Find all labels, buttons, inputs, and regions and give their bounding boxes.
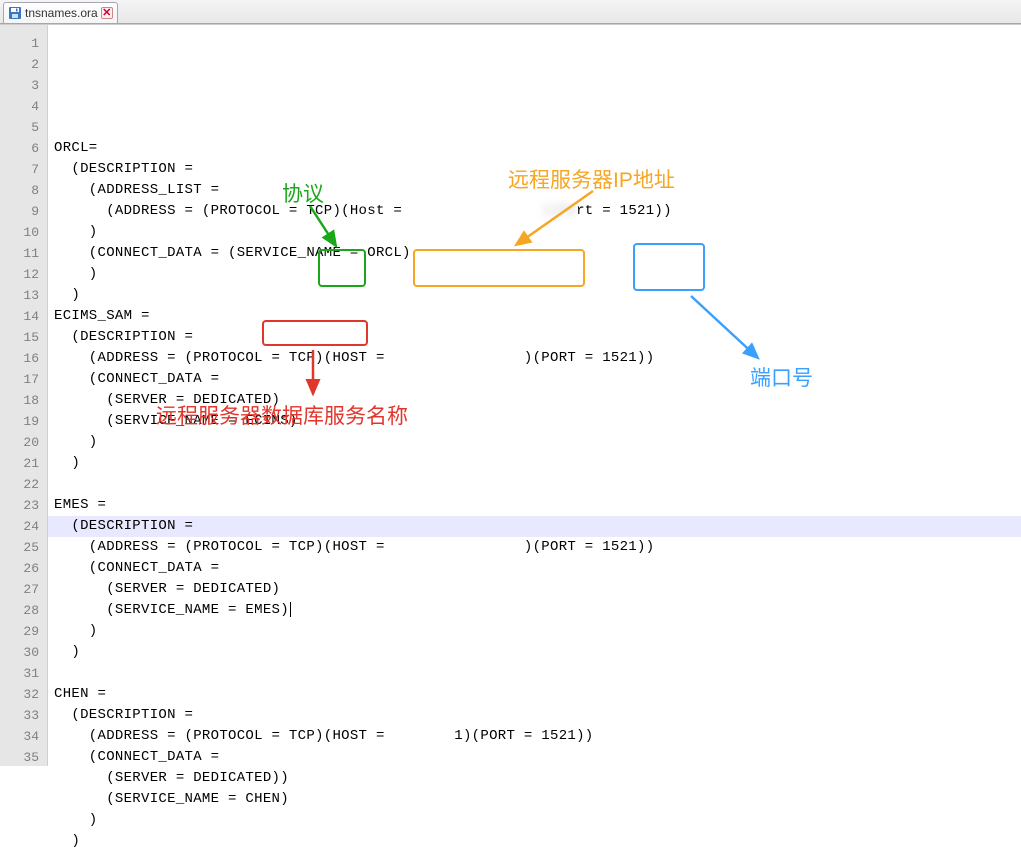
code-line: )	[54, 831, 1021, 852]
line-number: 32	[0, 684, 39, 705]
line-number: 10	[0, 222, 39, 243]
code-line: (SERVER = DEDICATED)	[54, 579, 1021, 600]
code-line: (ADDRESS = (PROTOCOL = TCP)(HOST = )(POR…	[54, 537, 1021, 558]
line-number: 6	[0, 138, 39, 159]
line-number: 4	[0, 96, 39, 117]
code-line: (SERVICE_NAME = EMES)	[54, 600, 1021, 621]
save-icon	[8, 6, 22, 20]
line-number: 16	[0, 348, 39, 369]
line-number: 30	[0, 642, 39, 663]
code-line	[54, 663, 1021, 684]
line-number: 8	[0, 180, 39, 201]
line-number: 7	[0, 159, 39, 180]
line-number: 27	[0, 579, 39, 600]
editor-area: 1234567891011121314151617181920212223242…	[0, 24, 1021, 766]
code-line: (ADDRESS = (PROTOCOL = TCP)(HOST = 1)(PO…	[54, 726, 1021, 747]
code-line: (SERVICE_NAME = CHEN)	[54, 789, 1021, 810]
tab-bar: tnsnames.ora ✕	[0, 0, 1021, 24]
code-line: )	[54, 642, 1021, 663]
code-line: (ADDRESS = (PROTOCOL = TCP)(Host = )(Por…	[54, 201, 1021, 222]
code-line: (SERVER = DEDICATED)	[54, 390, 1021, 411]
code-line: (CONNECT_DATA =	[54, 369, 1021, 390]
code-line: (DESCRIPTION =	[54, 705, 1021, 726]
line-number: 18	[0, 390, 39, 411]
line-number: 28	[0, 600, 39, 621]
line-number: 29	[0, 621, 39, 642]
line-number: 20	[0, 432, 39, 453]
line-number: 14	[0, 306, 39, 327]
line-number: 17	[0, 369, 39, 390]
code-line: CHEN =	[54, 684, 1021, 705]
text-cursor	[290, 602, 291, 617]
line-number: 34	[0, 726, 39, 747]
line-gutter: 1234567891011121314151617181920212223242…	[0, 25, 48, 766]
line-number: 15	[0, 327, 39, 348]
code-line: ECIMS_SAM =	[54, 306, 1021, 327]
line-number: 23	[0, 495, 39, 516]
code-line: (DESCRIPTION =	[54, 159, 1021, 180]
code-line: )	[54, 222, 1021, 243]
code-line: )	[54, 264, 1021, 285]
code-line: )	[54, 453, 1021, 474]
line-number: 35	[0, 747, 39, 768]
line-number: 1	[0, 33, 39, 54]
code-line: (DESCRIPTION =	[54, 516, 1021, 537]
line-number: 19	[0, 411, 39, 432]
code-line: (ADDRESS_LIST =	[54, 180, 1021, 201]
line-number: 31	[0, 663, 39, 684]
code-line: (CONNECT_DATA =	[54, 558, 1021, 579]
line-number: 33	[0, 705, 39, 726]
code-line	[54, 117, 1021, 138]
code-pane[interactable]: ORCL= (DESCRIPTION = (ADDRESS_LIST = (AD…	[48, 25, 1021, 766]
code-line: EMES =	[54, 495, 1021, 516]
code-line	[54, 474, 1021, 495]
line-number: 21	[0, 453, 39, 474]
code-line: (CONNECT_DATA = (SERVICE_NAME = ORCL)	[54, 243, 1021, 264]
code-line: )	[54, 621, 1021, 642]
line-number: 9	[0, 201, 39, 222]
line-number: 12	[0, 264, 39, 285]
code-line: (SERVICE_NAME = ECIMS)	[54, 411, 1021, 432]
code-line: (ADDRESS = (PROTOCOL = TCP)(HOST = )(POR…	[54, 348, 1021, 369]
line-number: 26	[0, 558, 39, 579]
code-line: (SERVER = DEDICATED))	[54, 768, 1021, 789]
code-line: ORCL=	[54, 138, 1021, 159]
line-number: 25	[0, 537, 39, 558]
file-tab[interactable]: tnsnames.ora ✕	[3, 2, 118, 23]
code-line: (DESCRIPTION =	[54, 327, 1021, 348]
tab-filename: tnsnames.ora	[25, 6, 98, 20]
line-number: 5	[0, 117, 39, 138]
code-line: )	[54, 810, 1021, 831]
close-icon[interactable]: ✕	[101, 7, 113, 19]
line-number: 22	[0, 474, 39, 495]
code-line: (CONNECT_DATA =	[54, 747, 1021, 768]
code-line: )	[54, 432, 1021, 453]
line-number: 13	[0, 285, 39, 306]
line-number: 3	[0, 75, 39, 96]
line-number: 11	[0, 243, 39, 264]
line-number: 24	[0, 516, 39, 537]
line-number: 2	[0, 54, 39, 75]
code-line: )	[54, 285, 1021, 306]
